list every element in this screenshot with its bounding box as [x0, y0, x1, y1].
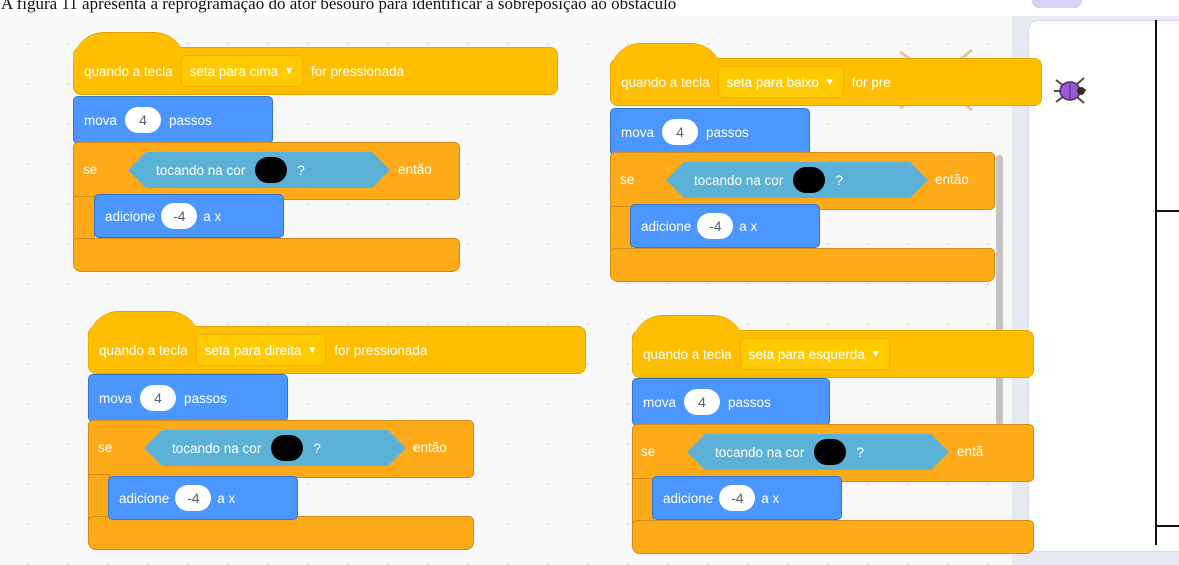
color-swatch[interactable] — [255, 157, 287, 183]
change-label: adicione — [663, 490, 714, 506]
steps-input[interactable]: 4 — [684, 389, 721, 415]
touching-color-block[interactable]: tocando na cor ? — [687, 434, 949, 470]
sensing-label: tocando na cor — [715, 444, 805, 460]
change-x-block[interactable]: adicione -4 a x — [108, 476, 298, 520]
key-value: seta para cima — [189, 63, 279, 79]
then-label: então — [935, 172, 969, 187]
sensing-label: tocando na cor — [172, 440, 262, 456]
move-unit: passos — [728, 394, 771, 410]
event-suffix: for pre — [851, 74, 891, 90]
caption-text: A figura 11 apresenta a reprogramação do… — [1, 0, 677, 13]
color-swatch[interactable] — [271, 435, 303, 461]
key-value: seta para esquerda — [748, 346, 865, 362]
then-label: entã — [957, 444, 984, 459]
move-label: mova — [99, 390, 133, 406]
caption-bar: A figura 11 apresenta a reprogramação do… — [0, 0, 1179, 16]
if-then-end — [73, 238, 460, 272]
when-key-pressed-block[interactable]: quando a tecla seta para baixo ▼ for pre — [610, 43, 1042, 106]
change-target: a x — [217, 490, 236, 506]
dropdown-caret-icon: ▼ — [870, 348, 881, 360]
when-key-pressed-block[interactable]: quando a tecla seta para cima ▼ for press… — [73, 32, 558, 95]
touching-color-block[interactable]: tocando na cor ? — [666, 162, 928, 198]
maze-wall-vertical — [1155, 20, 1157, 545]
key-dropdown[interactable]: seta para baixo ▼ — [717, 66, 844, 98]
change-target: a x — [739, 218, 758, 234]
move-steps-block[interactable]: mova 4 passos — [88, 374, 288, 422]
change-x-block[interactable]: adicione -4 a x — [652, 476, 842, 520]
event-suffix: for pressionada — [334, 342, 428, 358]
highlight-pill — [1032, 0, 1082, 8]
change-target: a x — [203, 208, 222, 224]
maze-wall-horizontal — [1155, 210, 1179, 212]
touching-color-block[interactable]: tocando na cor ? — [144, 430, 406, 466]
move-label: mova — [621, 124, 655, 140]
touching-color-block[interactable]: tocando na cor ? — [128, 152, 390, 188]
key-dropdown[interactable]: seta para esquerda ▼ — [739, 338, 890, 370]
move-steps-block[interactable]: mova 4 passos — [610, 108, 810, 156]
if-then-end — [88, 516, 474, 550]
dropdown-caret-icon: ▼ — [307, 344, 318, 356]
key-value: seta para direita — [204, 342, 302, 358]
move-label: mova — [84, 112, 118, 128]
sensing-question: ? — [313, 440, 321, 456]
if-label: se — [98, 440, 113, 455]
sensing-question: ? — [297, 162, 305, 178]
move-unit: passos — [706, 124, 749, 140]
move-unit: passos — [184, 390, 227, 406]
steps-input[interactable]: 4 — [125, 107, 162, 133]
change-label: adicione — [105, 208, 156, 224]
sensing-label: tocando na cor — [694, 172, 784, 188]
change-label: adicione — [641, 218, 692, 234]
key-value: seta para baixo — [726, 74, 819, 90]
move-steps-block[interactable]: mova 4 passos — [632, 378, 830, 426]
change-x-block[interactable]: adicione -4 a x — [630, 204, 820, 248]
move-unit: passos — [169, 112, 212, 128]
color-swatch[interactable] — [814, 439, 846, 465]
sensing-question: ? — [835, 172, 843, 188]
maze-wall-horizontal — [1155, 525, 1179, 527]
if-label: se — [83, 162, 98, 177]
color-swatch[interactable] — [793, 167, 825, 193]
steps-input[interactable]: 4 — [662, 119, 699, 145]
event-prefix: quando a tecla — [99, 342, 188, 358]
if-then-end — [610, 248, 995, 282]
event-prefix: quando a tecla — [643, 346, 732, 362]
change-target: a x — [761, 490, 780, 506]
when-key-pressed-block[interactable]: quando a tecla seta para esquerda ▼ — [632, 315, 1034, 378]
beetle-icon[interactable] — [1048, 72, 1092, 110]
key-dropdown[interactable]: seta para direita ▼ — [195, 334, 327, 366]
key-dropdown[interactable]: seta para cima ▼ — [180, 55, 304, 87]
change-value-input[interactable]: -4 — [161, 203, 198, 229]
if-then-end — [632, 520, 1034, 554]
event-prefix: quando a tecla — [621, 74, 710, 90]
if-label: se — [641, 444, 656, 459]
steps-input[interactable]: 4 — [140, 385, 177, 411]
sensing-question: ? — [856, 444, 864, 460]
change-value-input[interactable]: -4 — [697, 213, 734, 239]
when-key-pressed-block[interactable]: quando a tecla seta para direita ▼ for pr… — [88, 311, 586, 374]
change-label: adicione — [119, 490, 170, 506]
dropdown-caret-icon: ▼ — [284, 65, 295, 77]
if-label: se — [620, 172, 635, 187]
change-value-input[interactable]: -4 — [719, 485, 756, 511]
event-prefix: quando a tecla — [84, 63, 173, 79]
change-x-block[interactable]: adicione -4 a x — [94, 194, 284, 238]
event-suffix: for pressionada — [311, 63, 405, 79]
dropdown-caret-icon: ▼ — [824, 76, 835, 88]
then-label: então — [413, 440, 447, 455]
then-label: então — [398, 162, 432, 177]
sensing-label: tocando na cor — [156, 162, 246, 178]
workspace-scrollbar[interactable] — [996, 155, 1003, 425]
move-steps-block[interactable]: mova 4 passos — [73, 96, 273, 144]
move-label: mova — [643, 394, 677, 410]
change-value-input[interactable]: -4 — [175, 485, 212, 511]
